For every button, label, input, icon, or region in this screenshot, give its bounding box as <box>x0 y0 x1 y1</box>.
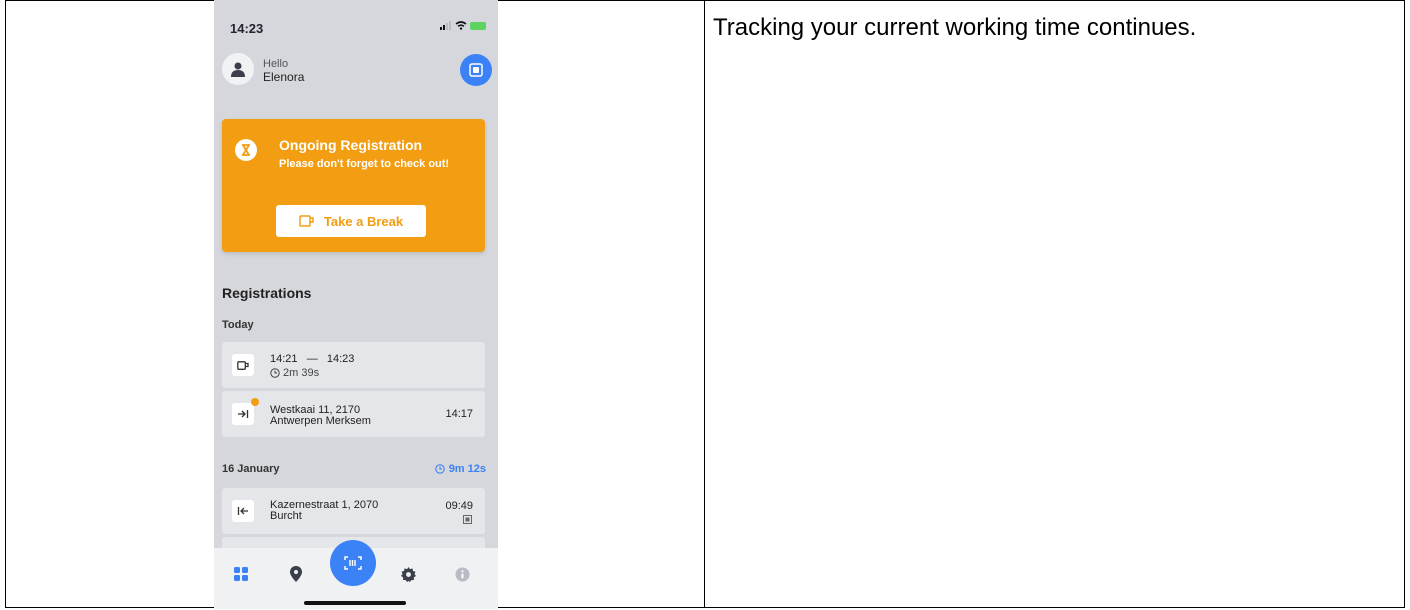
break-end: 14:23 <box>326 353 355 365</box>
take-break-button[interactable]: Take a Break <box>276 205 426 237</box>
status-time: 14:23 <box>230 21 264 36</box>
status-icons <box>440 21 486 30</box>
card-subtitle: Please don't forget to check out! <box>279 158 450 170</box>
badge-icon <box>469 63 483 77</box>
check-in-icon <box>232 403 254 425</box>
scan-icon <box>344 556 362 570</box>
address-line-2: Burcht <box>270 510 302 522</box>
row-time: 14:17 <box>445 408 473 420</box>
header: Hello Elenora <box>222 52 492 92</box>
signal-icon <box>440 21 451 30</box>
status-bar: 14:23 <box>214 10 498 36</box>
wifi-icon <box>455 21 467 30</box>
check-out-icon <box>232 500 254 522</box>
bottom-tab-bar <box>214 540 498 609</box>
list-item[interactable]: 14:21 — 14:23 2m 39s <box>222 342 485 388</box>
qr-code-icon <box>463 515 472 524</box>
user-name: Elenora <box>263 70 305 84</box>
address-line-2: Antwerpen Merksem <box>270 415 371 427</box>
greeting-text: Hello <box>263 58 289 70</box>
phone-screenshot: 14:23 Hello Elenora Ongoing Registration… <box>214 0 498 609</box>
take-break-label: Take a Break <box>323 213 404 229</box>
duration-text: 2m 39s <box>283 367 320 379</box>
break-start: 14:21 <box>270 353 298 365</box>
location-address: Westkaai 11, 2170 Antwerpen Merksem <box>270 405 371 427</box>
nfc-badge-button[interactable] <box>460 54 492 86</box>
group-label-today: Today <box>222 319 254 331</box>
coffee-cup-icon <box>232 354 254 376</box>
group-total-text: 9m 12s <box>448 463 486 475</box>
clock-icon <box>270 368 280 378</box>
caption-text: Tracking your current working time conti… <box>713 14 1197 41</box>
coffee-cup-icon <box>299 215 314 227</box>
break-duration: 2m 39s <box>270 367 319 379</box>
location-pin-icon[interactable] <box>286 564 306 584</box>
ongoing-dot <box>251 398 259 406</box>
interval-dash: — <box>306 353 318 365</box>
break-interval: 14:21 — 14:23 <box>270 354 354 365</box>
registrations-title: Registrations <box>222 285 312 301</box>
dashboard-icon[interactable] <box>231 564 251 584</box>
list-item[interactable]: Kazernestraat 1, 2070 Burcht 09:49 <box>222 488 485 534</box>
hourglass-icon <box>235 139 257 161</box>
avatar[interactable] <box>222 53 254 85</box>
scan-button[interactable] <box>330 540 376 586</box>
clock-icon <box>434 464 445 474</box>
location-address: Kazernestraat 1, 2070 Burcht <box>270 500 378 522</box>
group-total: 9m 12s <box>434 463 486 475</box>
gear-icon[interactable] <box>398 564 418 584</box>
group-label-date: 16 January <box>222 463 280 475</box>
row-time: 09:49 <box>445 500 473 512</box>
home-indicator <box>304 601 406 605</box>
info-icon[interactable] <box>452 564 472 584</box>
list-item[interactable]: Westkaai 11, 2170 Antwerpen Merksem 14:1… <box>222 391 485 437</box>
card-title: Ongoing Registration <box>279 137 423 153</box>
user-icon <box>231 62 245 77</box>
battery-icon <box>470 21 486 30</box>
ongoing-registration-card: Ongoing Registration Please don't forget… <box>222 119 485 252</box>
